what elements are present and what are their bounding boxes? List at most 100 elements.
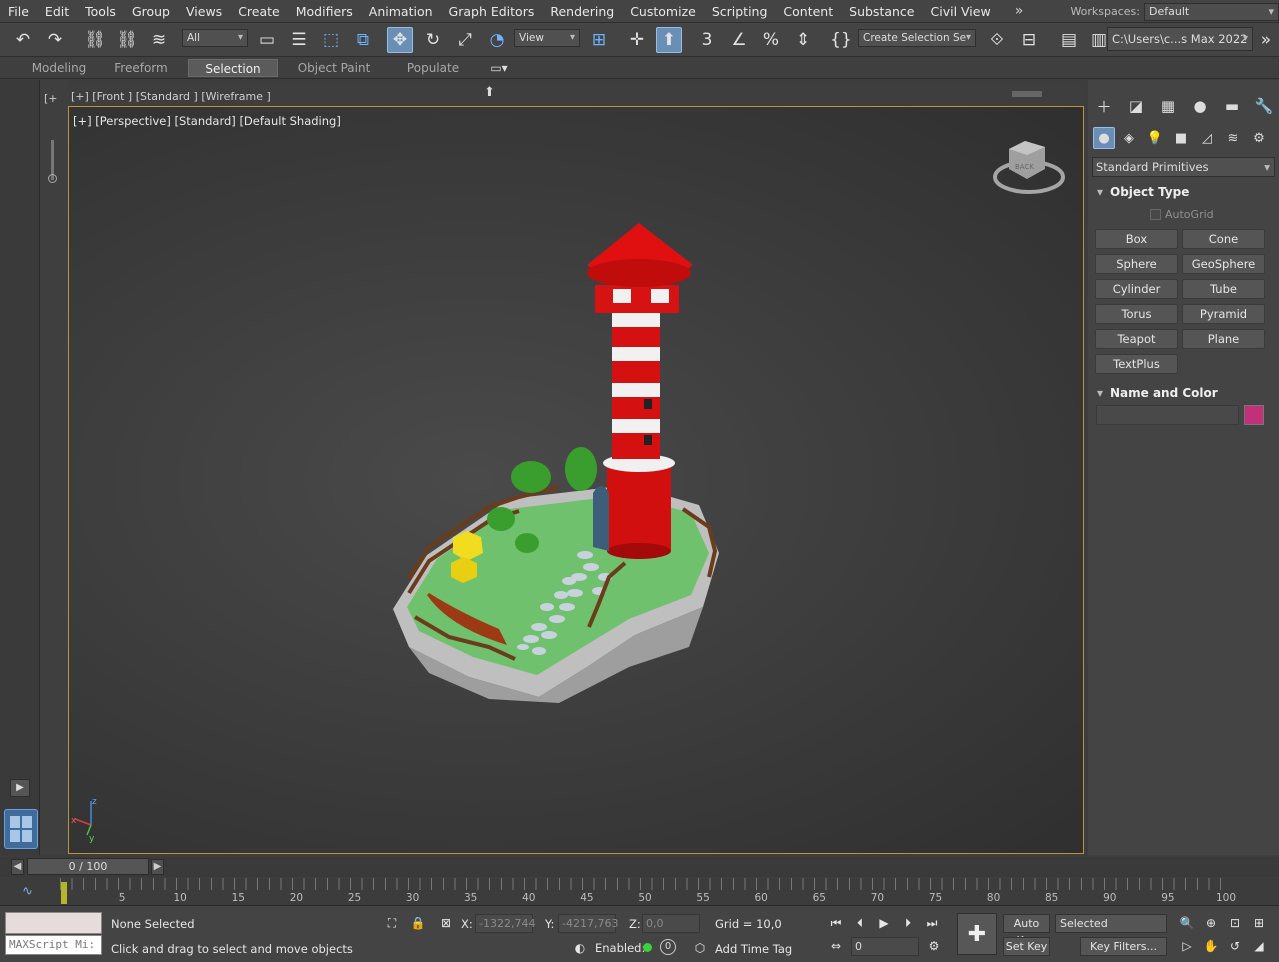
select-by-name-icon[interactable]: ☰: [286, 27, 312, 53]
select-and-rotate-icon[interactable]: ↻: [420, 27, 446, 53]
bind-space-warp-icon[interactable]: ≋: [146, 27, 172, 53]
time-configuration-icon[interactable]: ⚙: [924, 936, 944, 956]
geosphere-button[interactable]: GeoSphere: [1182, 254, 1265, 274]
link-icon[interactable]: ⛓: [82, 27, 108, 53]
workspaces-dropdown[interactable]: Default: [1144, 2, 1279, 21]
rectangular-selection-icon[interactable]: ⬚: [318, 27, 344, 53]
set-keys-icon[interactable]: ✚: [957, 913, 997, 955]
named-selection-set-dropdown[interactable]: Create Selection Se: [858, 29, 976, 47]
systems-icon[interactable]: ⚙: [1248, 127, 1270, 149]
percent-snap-icon[interactable]: %: [758, 27, 784, 53]
menu-tools[interactable]: Tools: [77, 0, 124, 23]
key-mode-dropdown[interactable]: Selected: [1055, 914, 1167, 933]
toolbar-overflow-icon[interactable]: »: [1254, 27, 1278, 53]
torus-button[interactable]: Torus: [1095, 304, 1178, 324]
lights-icon[interactable]: 💡: [1144, 127, 1166, 149]
teapot-button[interactable]: Teapot: [1095, 329, 1178, 349]
autogrid-box[interactable]: [1150, 209, 1161, 220]
use-pivot-point-center-icon[interactable]: ⊞: [586, 27, 612, 53]
select-and-scale-icon[interactable]: ⤢: [452, 27, 478, 53]
create-tab-icon[interactable]: ＋: [1092, 94, 1116, 118]
textplus-button[interactable]: TextPlus: [1095, 354, 1178, 374]
menu-edit[interactable]: Edit: [37, 0, 77, 23]
front-viewport[interactable]: [+] [Front ] [Standard ] [Wireframe ]: [68, 86, 1084, 104]
scene-explorer-icon[interactable]: ▤: [1056, 27, 1082, 53]
mirror-icon[interactable]: ⟐: [984, 27, 1010, 53]
box-button[interactable]: Box: [1095, 229, 1178, 249]
front-viewport-label[interactable]: [+] [Front ] [Standard ] [Wireframe ]: [71, 90, 271, 103]
cone-button[interactable]: Cone: [1182, 229, 1265, 249]
next-frame-arrow[interactable]: ▶: [151, 859, 164, 875]
plane-button[interactable]: Plane: [1182, 329, 1265, 349]
utilities-tab-icon[interactable]: 🔧: [1252, 94, 1276, 118]
keyboard-shortcut-override-icon[interactable]: ⬆: [656, 27, 682, 53]
object-type-rollout[interactable]: Object Type: [1092, 182, 1268, 202]
go-to-end-icon[interactable]: ⏭: [922, 913, 942, 933]
reference-coordinate-dropdown[interactable]: View: [514, 29, 580, 47]
select-object-icon[interactable]: ▭: [254, 27, 280, 53]
curve-editor-icon[interactable]: ∿: [22, 884, 33, 899]
autogrid-checkbox[interactable]: AutoGrid: [1150, 208, 1214, 221]
maximize-viewport-icon[interactable]: ◢: [1249, 936, 1269, 956]
set-key-button[interactable]: Set Key: [1003, 937, 1050, 956]
menu-overflow-icon[interactable]: »: [1015, 3, 1024, 19]
zoom-extents-all-icon[interactable]: ⊞: [1249, 913, 1269, 933]
field-of-view-icon[interactable]: ▷: [1177, 936, 1197, 956]
ribbon-tab-selection[interactable]: Selection: [188, 59, 278, 77]
undo-icon[interactable]: ↶: [10, 27, 36, 53]
add-time-tag[interactable]: Add Time Tag: [715, 942, 792, 956]
left-viewport-label[interactable]: [+: [44, 92, 58, 105]
viewport-slider-handle[interactable]: [48, 174, 57, 183]
angle-snap-icon[interactable]: ∠: [726, 27, 752, 53]
edit-named-selection-icon[interactable]: {}: [828, 27, 854, 53]
object-color-swatch[interactable]: [1244, 405, 1264, 425]
menu-rendering[interactable]: Rendering: [542, 0, 622, 23]
menu-modifiers[interactable]: Modifiers: [288, 0, 361, 23]
time-slider[interactable]: 0 / 100: [27, 858, 149, 875]
helpers-icon[interactable]: ◿: [1196, 127, 1218, 149]
align-icon[interactable]: ⊟: [1016, 27, 1042, 53]
previous-frame-arrow[interactable]: ◀: [11, 859, 24, 875]
geometry-icon[interactable]: ●: [1093, 127, 1115, 149]
object-name-field[interactable]: [1096, 405, 1239, 425]
absolute-mode-icon[interactable]: ⊠: [436, 913, 456, 933]
menu-civil-view[interactable]: Civil View: [923, 0, 999, 23]
viewport-layout-icon[interactable]: [4, 809, 38, 849]
ribbon-tab-modeling[interactable]: Modeling: [19, 59, 99, 77]
menu-file[interactable]: File: [0, 0, 37, 23]
unlink-icon[interactable]: ⛓: [114, 27, 140, 53]
snaps-toggle-icon[interactable]: 3: [694, 27, 720, 53]
cameras-icon[interactable]: ■: [1170, 127, 1192, 149]
selection-filter-dropdown[interactable]: All: [182, 29, 248, 47]
modify-tab-icon[interactable]: ◪: [1124, 94, 1148, 118]
z-coordinate-field[interactable]: 0,0: [642, 914, 700, 933]
menu-customize[interactable]: Customize: [622, 0, 704, 23]
menu-substance[interactable]: Substance: [841, 0, 922, 23]
auto-key-button[interactable]: Auto Key: [1003, 914, 1050, 947]
geometry-category-dropdown[interactable]: Standard Primitives: [1092, 157, 1275, 177]
track-bar[interactable]: ∿ 5 10 15 20 25 30 35 40 45 50 55 60 65 70 75 80 85 90 95 1…: [0, 878, 1279, 906]
menu-create[interactable]: Create: [230, 0, 288, 23]
x-coordinate-field[interactable]: -1322,744: [475, 914, 535, 933]
display-tab-icon[interactable]: ▬: [1220, 94, 1244, 118]
current-frame-field[interactable]: 0: [851, 937, 919, 956]
menu-views[interactable]: Views: [178, 0, 230, 23]
zoom-all-icon[interactable]: ⊕: [1201, 913, 1221, 933]
motion-tab-icon[interactable]: ●: [1188, 94, 1212, 118]
key-mode-icon[interactable]: ⇔: [826, 936, 846, 956]
time-tag-icon[interactable]: ⬡: [690, 938, 710, 958]
spinner-snap-icon[interactable]: ⇕: [790, 27, 816, 53]
viewcube[interactable]: BACK: [993, 141, 1065, 194]
redo-icon[interactable]: ↷: [42, 27, 68, 53]
go-to-start-icon[interactable]: ⏮: [826, 913, 846, 933]
select-and-move-icon[interactable]: ✥: [387, 27, 413, 53]
perspective-viewport[interactable]: [+] [Perspective] [Standard] [Default Sh…: [68, 106, 1084, 854]
ribbon-options-icon[interactable]: ▭▾: [484, 59, 514, 77]
ribbon-tab-object-paint[interactable]: Object Paint: [288, 59, 380, 77]
menu-graph-editors[interactable]: Graph Editors: [441, 0, 543, 23]
key-filters-button[interactable]: Key Filters...: [1080, 937, 1167, 956]
adaptive-degradation-icon[interactable]: ◐: [570, 938, 590, 958]
next-frame-icon[interactable]: ⏵: [898, 913, 918, 933]
sphere-button[interactable]: Sphere: [1095, 254, 1178, 274]
menu-group[interactable]: Group: [124, 0, 178, 23]
